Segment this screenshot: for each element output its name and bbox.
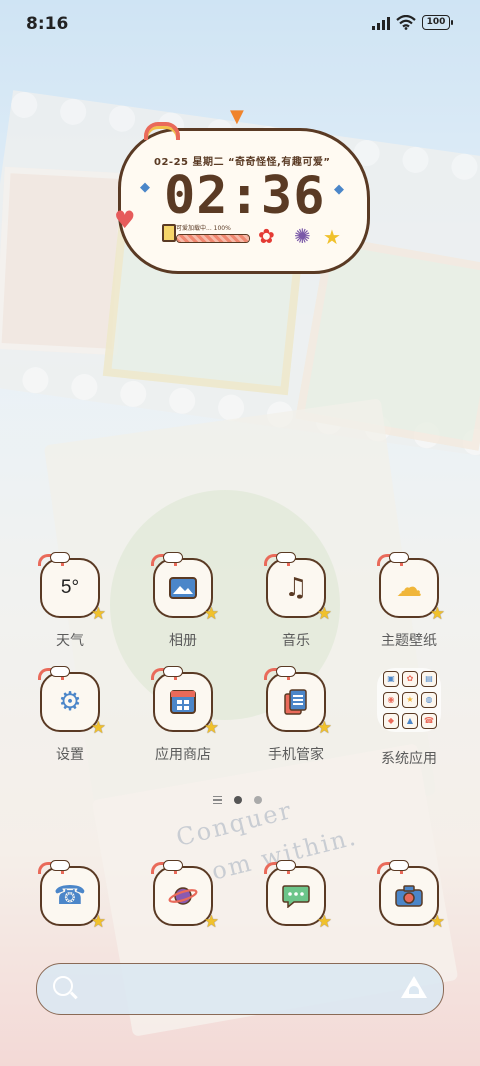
page-dot[interactable] <box>254 796 262 804</box>
progress-fill <box>177 235 249 242</box>
heart-icon: ♥ <box>114 206 136 234</box>
app-label: 应用商店 <box>155 747 211 763</box>
phone-manager-icon: ★ <box>264 666 332 738</box>
star-icon: ★ <box>323 225 341 249</box>
status-time: 8:16 <box>26 14 69 34</box>
app-label: 音乐 <box>282 633 310 649</box>
message-bubble-icon: ★ <box>264 860 332 932</box>
gear-icon: ⚙ ★ <box>38 666 106 738</box>
widget-loading-text: 可爱加载中... 100% <box>176 225 231 232</box>
page-dot-active[interactable] <box>234 796 242 804</box>
app-store-icon: ★ <box>151 666 219 738</box>
app-weather[interactable]: 5° ★ 天气 <box>13 552 127 650</box>
phone-icon: ☎ ★ <box>38 860 106 932</box>
search-bar[interactable] <box>36 963 444 1015</box>
app-settings[interactable]: ⚙ ★ 设置 <box>13 666 127 764</box>
theme-icon: ☁ ★ <box>377 552 445 624</box>
app-phone-manager[interactable]: ★ 手机管家 <box>239 666 353 764</box>
rainbow-icon <box>144 122 180 140</box>
app-label: 主题壁纸 <box>381 633 437 649</box>
carrot-icon: ▼ <box>230 106 244 127</box>
page-indicator[interactable] <box>213 796 262 804</box>
planet-browser-icon: ★ <box>151 860 219 932</box>
dock-phone[interactable]: ☎ ★ <box>13 860 127 932</box>
widget-progress-bar <box>176 234 250 243</box>
status-bar: 8:16 100 <box>0 0 480 50</box>
widget-clock-time: 02:36 <box>164 166 326 226</box>
flower-icon: ✿ <box>258 224 275 248</box>
note-icon <box>162 224 176 242</box>
app-list-icon[interactable] <box>213 796 222 804</box>
assistant-icon[interactable] <box>401 976 427 998</box>
bird-icon: ◆ <box>140 180 150 195</box>
gallery-icon: ★ <box>151 552 219 624</box>
monster-icon: ✺ <box>294 224 311 248</box>
music-note-icon: ♫ ★ <box>264 552 332 624</box>
app-label: 相册 <box>169 633 197 649</box>
wifi-icon <box>396 15 416 30</box>
app-label: 系统应用 <box>381 751 437 767</box>
dock-camera[interactable]: ★ <box>352 860 466 932</box>
app-label: 手机管家 <box>268 747 324 763</box>
weather-temperature: 5° <box>60 577 80 598</box>
dock-browser[interactable]: ★ <box>126 860 240 932</box>
folder-system-apps[interactable]: ▣ ✿ ▤ ◉ ★ ◍ ◆ ▲ ☎ 系统应用 <box>352 668 466 768</box>
battery-icon: 100 <box>422 15 453 30</box>
app-label: 天气 <box>56 633 84 649</box>
app-appstore[interactable]: ★ 应用商店 <box>126 666 240 764</box>
app-music[interactable]: ♫ ★ 音乐 <box>239 552 353 650</box>
bird-icon: ◆ <box>334 182 344 197</box>
search-icon <box>53 976 73 996</box>
folder-icon: ▣ ✿ ▤ ◉ ★ ◍ ◆ ▲ ☎ <box>377 668 441 732</box>
app-label: 设置 <box>56 747 84 763</box>
camera-icon: ★ <box>377 860 445 932</box>
app-themes[interactable]: ☁ ★ 主题壁纸 <box>352 552 466 650</box>
dock-messages[interactable]: ★ <box>239 860 353 932</box>
app-gallery[interactable]: ★ 相册 <box>126 552 240 650</box>
clock-widget[interactable]: ▼ ♥ ◆ ◆ 02-25 星期二 “奇奇怪怪,有趣可爱” 02:36 可爱加载… <box>114 106 370 274</box>
weather-icon: 5° ★ <box>38 552 106 624</box>
signal-icon <box>372 16 390 30</box>
